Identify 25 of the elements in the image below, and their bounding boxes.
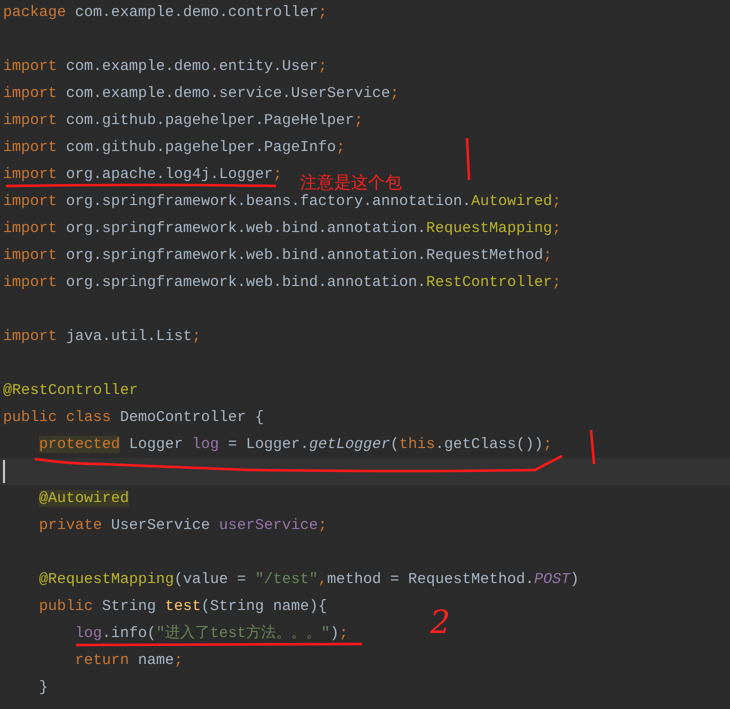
- code-line: import java.util.List;: [3, 328, 202, 345]
- code-line: import com.example.demo.entity.User;: [3, 58, 328, 75]
- code-line: public class DemoController {: [3, 409, 264, 426]
- text-cursor: [3, 460, 5, 483]
- code-line: import org.springframework.web.bind.annotation.RequestMethod;: [3, 247, 552, 264]
- code-line: private UserService userService;: [39, 517, 328, 534]
- code-line: import org.springframework.web.bind.annotation.RequestMapping;: [3, 220, 562, 237]
- code-line: import com.github.pagehelper.PageHelper;: [3, 112, 364, 129]
- code-line: import com.github.pagehelper.PageInfo;: [3, 139, 346, 156]
- code-line: @RestController: [3, 382, 138, 399]
- code-line: import com.example.demo.service.UserService;: [3, 85, 400, 102]
- note-number: 2: [430, 604, 450, 640]
- code-line: package com.example.demo.controller;: [3, 4, 328, 21]
- note-text: 注意是这个包: [300, 172, 402, 194]
- code-line: import org.springframework.web.bind.annotation.RestController;: [3, 274, 562, 291]
- code-line: protected Logger log = Logger.getLogger(this.getClass());: [39, 436, 552, 453]
- code-line: log.info("进入了test方法。。。");: [75, 625, 348, 642]
- hand-drawn-stroke: [466, 138, 470, 180]
- hand-drawn-stroke: [590, 430, 596, 464]
- code-line: return name;: [75, 652, 184, 669]
- code-line: @RequestMapping(value = "/test",method = RequestMethod.POST): [39, 571, 580, 588]
- code-line: import org.springframework.beans.factory.annotation.Autowired;: [3, 193, 562, 210]
- code-line: import org.apache.log4j.Logger;: [3, 166, 282, 183]
- code-line: }: [39, 679, 48, 696]
- code-line: public String test(String name){: [39, 598, 328, 615]
